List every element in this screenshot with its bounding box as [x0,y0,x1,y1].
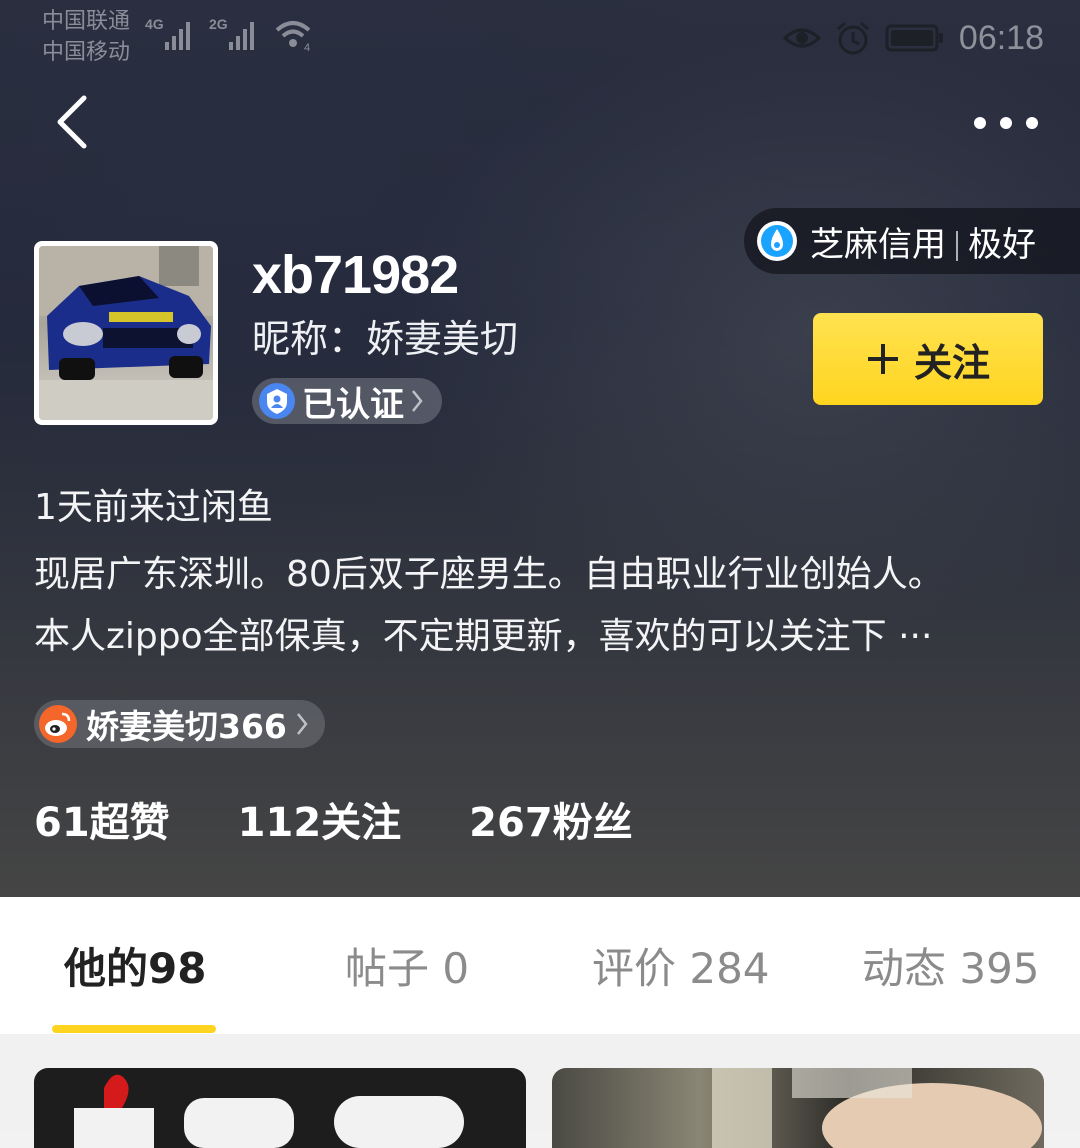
more-dot [974,117,986,129]
item-thumbnail [712,1068,1042,1148]
chevron-right-icon [412,390,423,412]
alarm-icon [836,21,869,55]
chevron-right-icon [296,713,308,735]
nickname: 昵称：娇妻美切 [252,317,519,361]
carrier-2: 中国移动 [42,40,131,65]
weibo-label: 娇妻美切366 [86,707,287,746]
active-tab-indicator [52,1025,216,1033]
bio-line: 本人zippo全部保真，不定期更新，喜欢的可以关注下 ··· [34,616,933,657]
stat-fans[interactable]: 267粉丝 [469,790,633,848]
sesame-divider [956,231,958,261]
last-visit-text: 1天前来过闲鱼 [34,487,273,528]
carrier-1: 中国联通 [42,9,131,34]
signal-2g-icon: 2G [209,16,254,50]
sesame-label: 芝麻信用 [810,224,946,265]
item-grid [0,1034,1080,1148]
tab-bar: 他的98 帖子 0 评价 284 动态 395 [0,897,1080,1034]
tab-posts[interactable]: 帖子 0 [345,935,469,996]
weibo-link[interactable]: 娇妻美切366 [34,700,325,748]
battery-icon [885,24,943,52]
more-dot [1026,117,1038,129]
bio-line: 现居广东深圳。80后双子座男生。自由职业行业创始人。 [34,554,944,595]
eye-icon [782,28,821,48]
username: xb71982 [252,245,459,305]
tab-items[interactable]: 他的98 [64,935,206,996]
item-thumbnail [74,1074,464,1148]
item-card[interactable] [34,1068,526,1148]
car-photo-icon [39,246,213,420]
follow-label: 关注 [913,340,990,385]
sesame-credit-badge[interactable]: 芝麻信用 极好 [744,208,1080,274]
tab-activity[interactable]: 动态 395 [862,935,1040,996]
carrier-labels: 中国联通 中国移动 [42,6,130,68]
status-right: 06:18 [782,16,1044,60]
net-type-2: 2G [209,16,228,32]
verified-badge[interactable]: 已认证 [252,378,442,425]
verified-shield-icon [259,383,295,419]
clock: 06:18 [958,18,1044,57]
chevron-left-icon [57,95,87,149]
sesame-credit-icon [757,221,797,261]
avatar-image [39,246,213,420]
stats-row: 61超赞 112关注 267粉丝 [34,790,701,848]
more-button[interactable] [974,108,1038,138]
signal-4g-icon: 4G [145,16,190,50]
weibo-icon [39,705,77,743]
back-button[interactable] [50,92,100,152]
profile-header: 中国联通 中国移动 4G 2G 4 06:18 xb71982 昵称：娇妻美切 … [0,0,1080,897]
avatar[interactable] [34,241,218,425]
sesame-level: 极好 [968,224,1036,265]
verified-label: 已认证 [302,384,404,425]
stat-following[interactable]: 112关注 [238,790,402,848]
follow-button[interactable]: 关注 [813,313,1043,405]
tab-reviews[interactable]: 评价 284 [592,935,770,996]
net-type-1: 4G [145,16,164,32]
item-card[interactable] [552,1068,1044,1148]
plus-icon [867,344,898,374]
bio[interactable]: 现居广东深圳。80后双子座男生。自由职业行业创始人。 本人zippo全部保真，不… [34,544,1044,668]
wifi-tag: 4 [304,42,310,54]
more-dot [1000,117,1012,129]
stat-likes[interactable]: 61超赞 [34,790,170,848]
wifi-icon: 4 [275,21,311,54]
